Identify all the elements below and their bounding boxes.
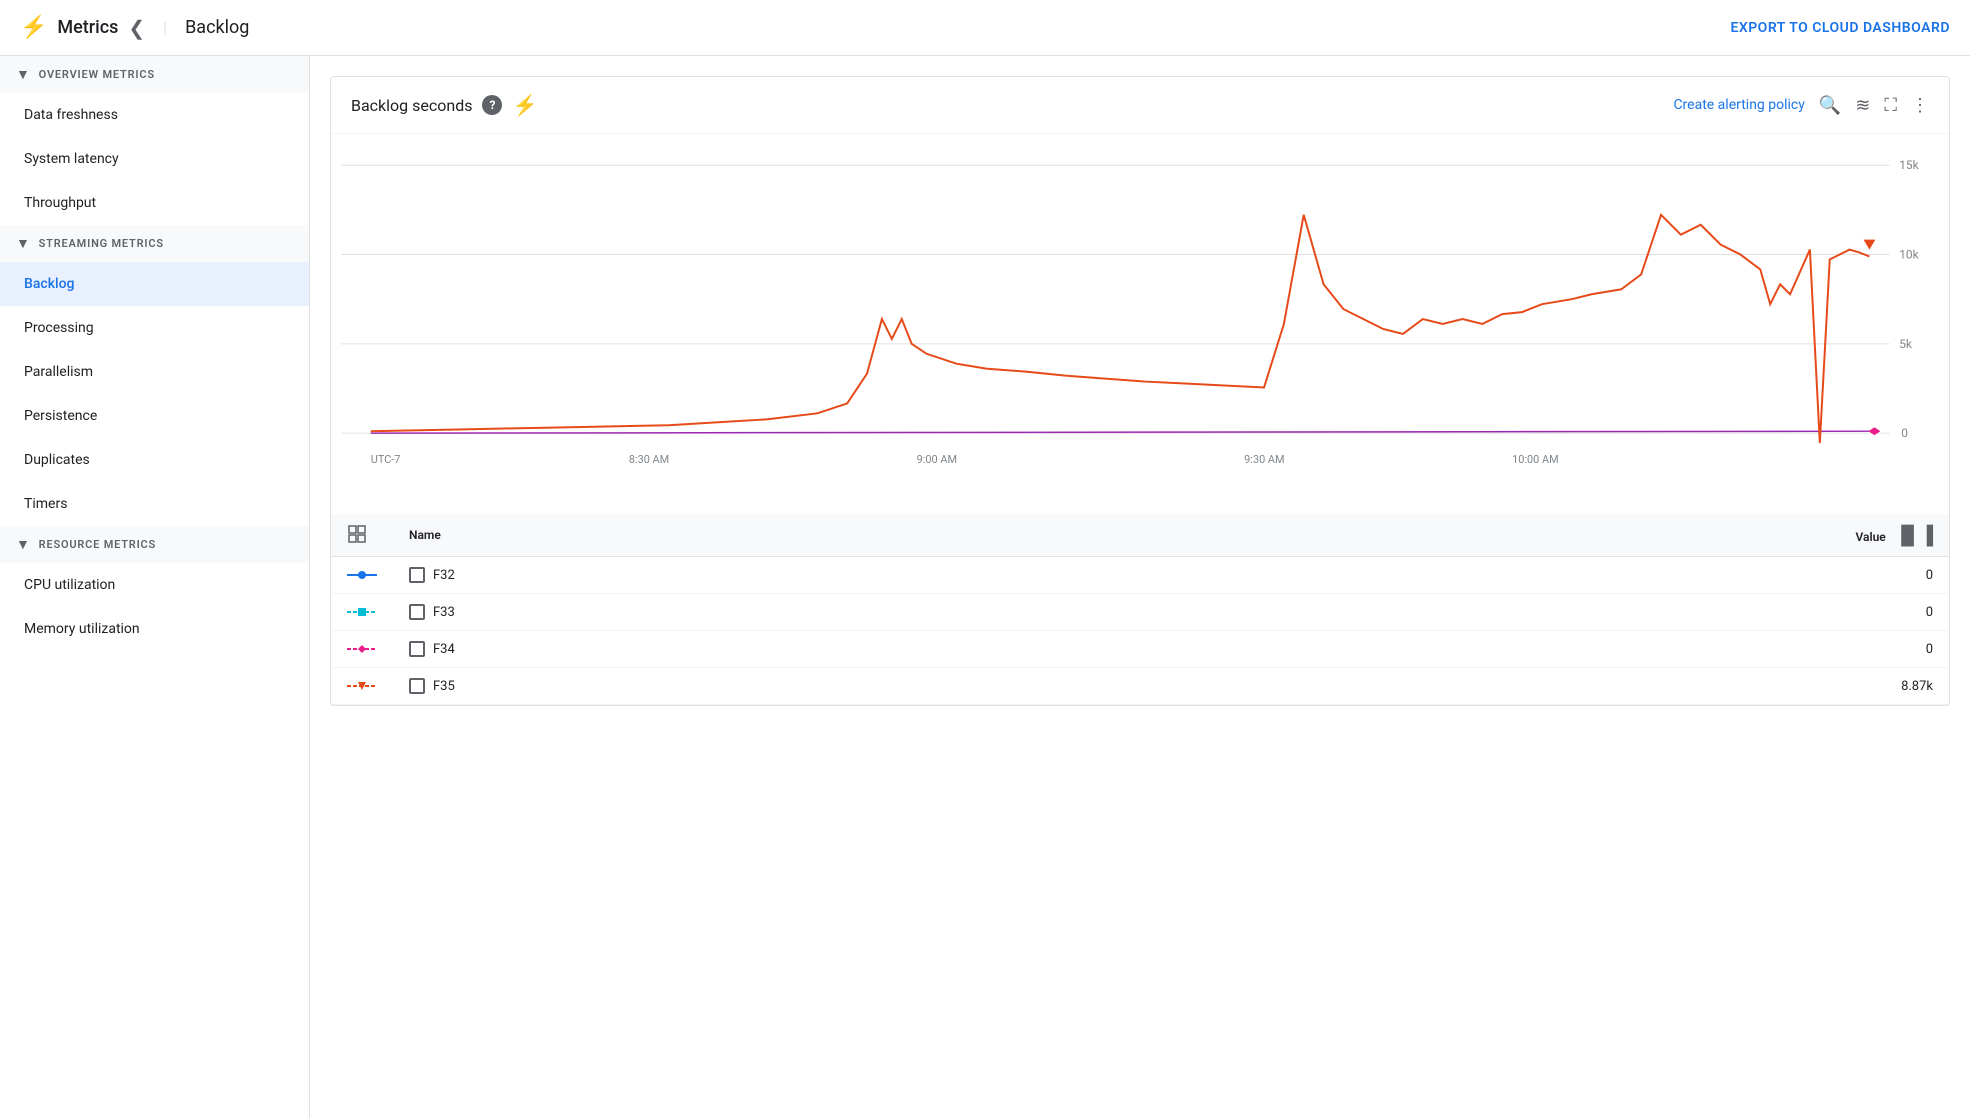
legend-name-cell: F33 bbox=[393, 594, 1039, 631]
more-options-icon[interactable]: ⋮ bbox=[1911, 95, 1929, 116]
resource-metrics-section-header[interactable]: ▼ RESOURCE METRICS bbox=[0, 526, 309, 563]
legend-grid-icon[interactable] bbox=[347, 524, 367, 544]
svg-text:9:30 AM: 9:30 AM bbox=[1244, 453, 1284, 466]
chart-header: Backlog seconds ? ⚡ Create alerting poli… bbox=[331, 77, 1949, 134]
chart-card: Backlog seconds ? ⚡ Create alerting poli… bbox=[330, 76, 1950, 706]
chart-svg: 15k 10k 5k 0 UTC-7 8:30 AM bbox=[341, 144, 1929, 504]
table-row: F35 8.87k bbox=[331, 668, 1949, 705]
chart-container: 15k 10k 5k 0 UTC-7 8:30 AM bbox=[331, 134, 1949, 514]
legend-color-cell bbox=[331, 594, 393, 631]
svg-text:8:30 AM: 8:30 AM bbox=[629, 453, 669, 466]
legend-value-cell: 0 bbox=[1039, 594, 1949, 631]
sidebar-item-processing[interactable]: Processing bbox=[0, 306, 309, 350]
sidebar-item-system-latency[interactable]: System latency bbox=[0, 137, 309, 181]
column-toggle-icon[interactable]: ▐▌▐ bbox=[1895, 525, 1933, 546]
svg-text:9:00 AM: 9:00 AM bbox=[917, 453, 957, 466]
legend-color-col-header bbox=[331, 514, 393, 557]
fullscreen-icon[interactable]: ⛶ bbox=[1884, 95, 1897, 116]
create-alerting-policy-button[interactable]: Create alerting policy bbox=[1673, 97, 1804, 113]
app-title: Metrics bbox=[57, 17, 118, 38]
svg-text:5k: 5k bbox=[1899, 337, 1913, 351]
legend-checkbox-f32[interactable] bbox=[409, 567, 425, 583]
streaming-chevron-icon: ▼ bbox=[16, 235, 31, 252]
legend-value-cell: 0 bbox=[1039, 557, 1949, 594]
chart-actions: Create alerting policy 🔍 ≋ ⛶ ⋮ bbox=[1673, 95, 1929, 116]
legend-table: Name Value ▐▌▐ bbox=[331, 514, 1949, 705]
legend-table-header: Name Value ▐▌▐ bbox=[331, 514, 1949, 557]
sidebar-item-duplicates[interactable]: Duplicates bbox=[0, 438, 309, 482]
legend-name-cell: F32 bbox=[393, 557, 1039, 594]
resource-section-label: RESOURCE METRICS bbox=[39, 538, 156, 551]
resource-chevron-icon: ▼ bbox=[16, 536, 31, 553]
sidebar-item-data-freshness[interactable]: Data freshness bbox=[0, 93, 309, 137]
sidebar-item-persistence[interactable]: Persistence bbox=[0, 394, 309, 438]
legend-name-cell: F34 bbox=[393, 631, 1039, 668]
streaming-section-label: STREAMING METRICS bbox=[39, 237, 164, 250]
table-row: F34 0 bbox=[331, 631, 1949, 668]
svg-text:15k: 15k bbox=[1899, 158, 1919, 172]
svg-text:10k: 10k bbox=[1899, 247, 1919, 261]
sidebar-item-timers[interactable]: Timers bbox=[0, 482, 309, 526]
sidebar-item-parallelism[interactable]: Parallelism bbox=[0, 350, 309, 394]
legend-color-cell bbox=[331, 631, 393, 668]
sidebar-item-memory-utilization[interactable]: Memory utilization bbox=[0, 607, 309, 651]
legend-checkbox-f33[interactable] bbox=[409, 604, 425, 620]
content-area: Backlog seconds ? ⚡ Create alerting poli… bbox=[310, 56, 1970, 1118]
sidebar: ▼ OVERVIEW METRICS Data freshness System… bbox=[0, 56, 310, 1118]
legend-value-cell: 0 bbox=[1039, 631, 1949, 668]
page-title: Backlog bbox=[185, 17, 249, 38]
export-dashboard-button[interactable]: EXPORT TO CLOUD DASHBOARD bbox=[1730, 20, 1950, 36]
sidebar-item-throughput[interactable]: Throughput bbox=[0, 181, 309, 225]
table-row: F32 0 bbox=[331, 557, 1949, 594]
chart-title: Backlog seconds bbox=[351, 96, 472, 115]
legend-name-col-header: Name bbox=[393, 514, 1039, 557]
overview-metrics-section-header[interactable]: ▼ OVERVIEW METRICS bbox=[0, 56, 309, 93]
legend-color-cell bbox=[331, 668, 393, 705]
legend-name-cell: F35 bbox=[393, 668, 1039, 705]
top-header-left: ⚡ Metrics ❮ | Backlog bbox=[20, 15, 249, 40]
overview-chevron-icon: ▼ bbox=[16, 66, 31, 83]
main-layout: ▼ OVERVIEW METRICS Data freshness System… bbox=[0, 56, 1970, 1118]
overview-section-label: OVERVIEW METRICS bbox=[39, 68, 155, 81]
legend-checkbox-f35[interactable] bbox=[409, 678, 425, 694]
sidebar-item-cpu-utilization[interactable]: CPU utilization bbox=[0, 563, 309, 607]
table-row: F33 0 bbox=[331, 594, 1949, 631]
help-icon[interactable]: ? bbox=[482, 95, 502, 115]
collapse-sidebar-button[interactable]: ❮ bbox=[128, 16, 145, 40]
app-logo-icon: ⚡ bbox=[20, 15, 47, 40]
search-icon[interactable]: 🔍 bbox=[1819, 95, 1841, 116]
svg-text:10:00 AM: 10:00 AM bbox=[1512, 453, 1559, 466]
svg-text:UTC-7: UTC-7 bbox=[371, 453, 401, 466]
metrics-explorer-icon[interactable]: ⚡ bbox=[512, 93, 537, 117]
sidebar-item-backlog[interactable]: Backlog bbox=[0, 262, 309, 306]
top-header: ⚡ Metrics ❮ | Backlog EXPORT TO CLOUD DA… bbox=[0, 0, 1970, 56]
legend-value-cell: 8.87k bbox=[1039, 668, 1949, 705]
svg-text:0: 0 bbox=[1901, 426, 1908, 440]
filter-icon[interactable]: ≋ bbox=[1855, 95, 1870, 116]
streaming-metrics-section-header[interactable]: ▼ STREAMING METRICS bbox=[0, 225, 309, 262]
legend-color-cell bbox=[331, 557, 393, 594]
chart-title-area: Backlog seconds ? ⚡ bbox=[351, 93, 537, 117]
legend-value-col-header: Value ▐▌▐ bbox=[1039, 514, 1949, 557]
legend-checkbox-f34[interactable] bbox=[409, 641, 425, 657]
